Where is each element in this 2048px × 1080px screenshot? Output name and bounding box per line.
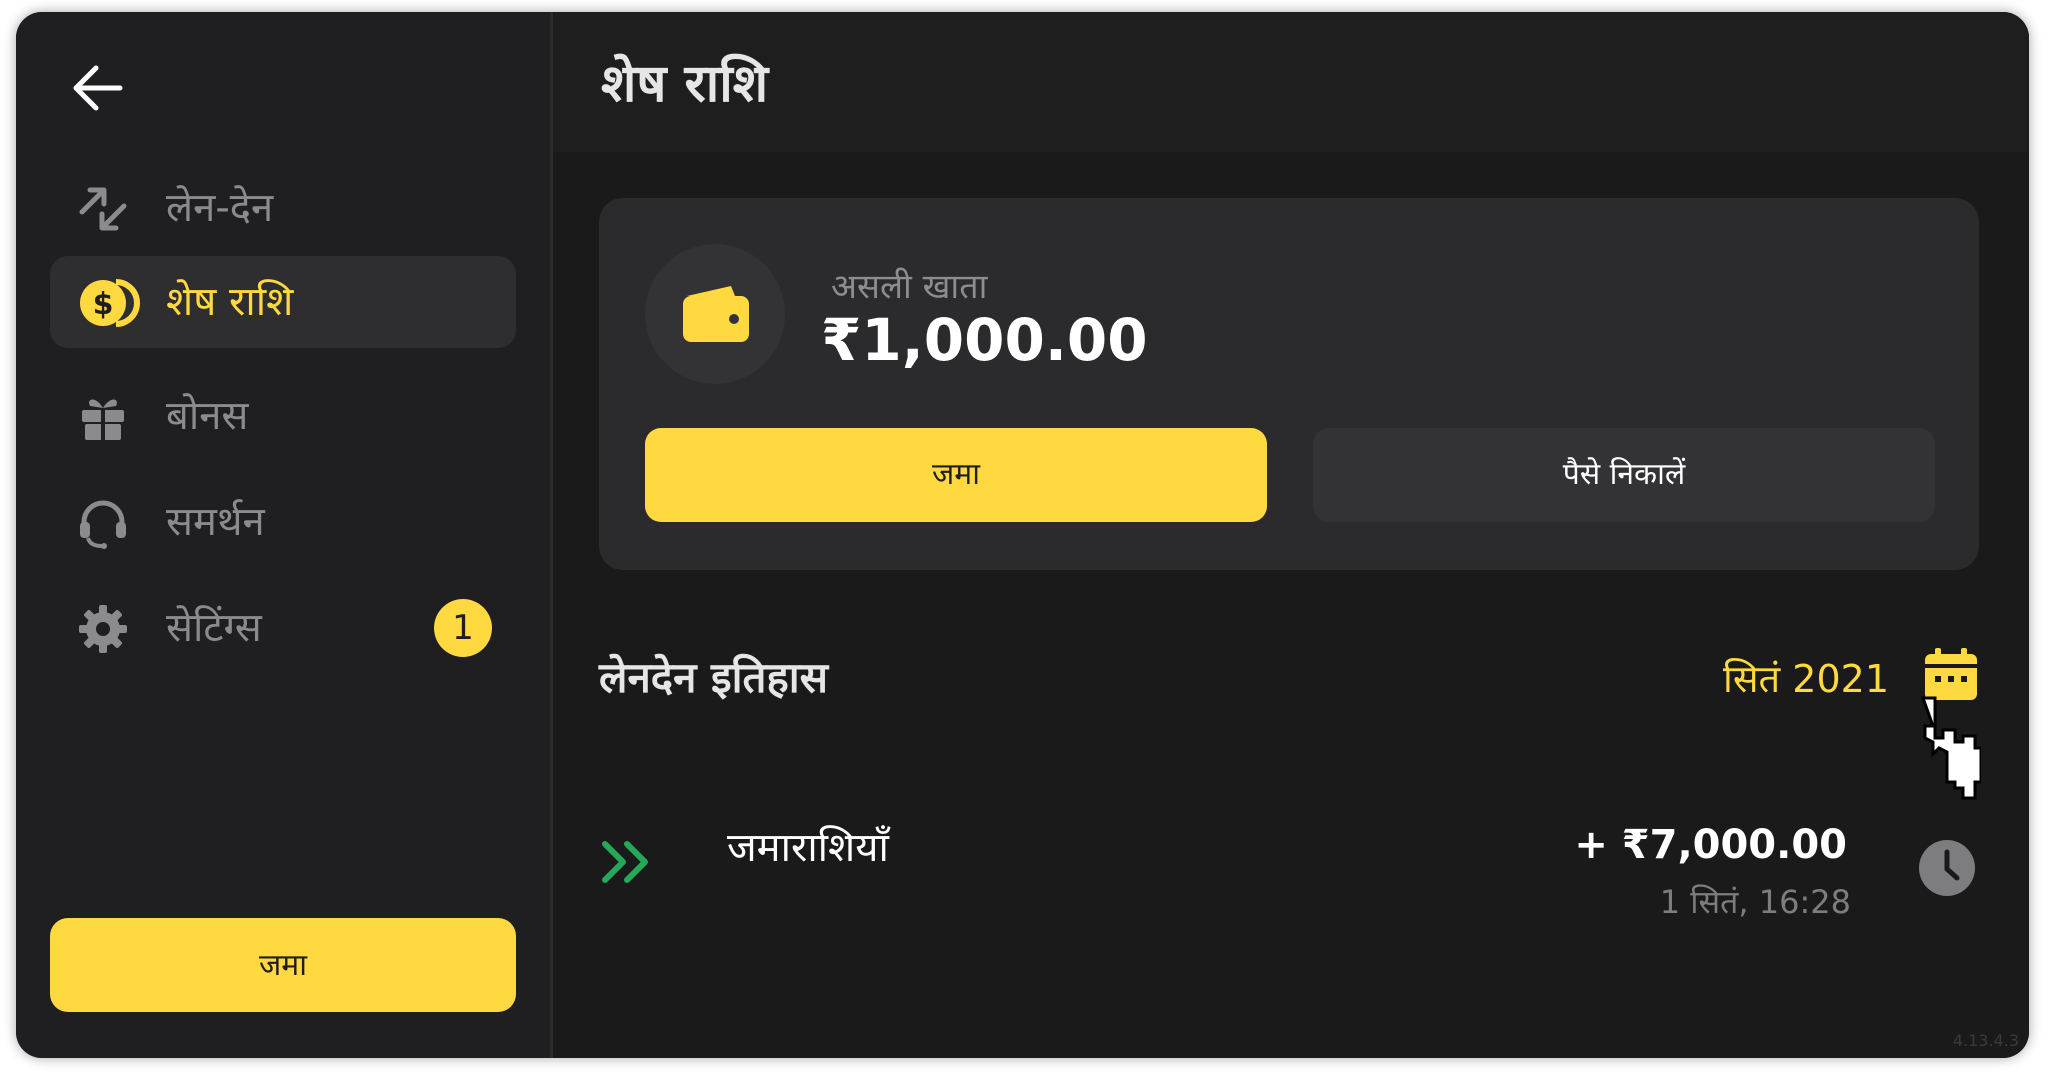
balance-card: असली खाता ₹1,000.00 जमा पैसे निकालें	[599, 198, 1979, 570]
sidebar-item-label: लेन-देन	[166, 185, 274, 231]
transactions-icon	[79, 187, 127, 231]
svg-text:$: $	[93, 287, 114, 322]
sidebar-item-label: बोनस	[166, 393, 249, 439]
withdraw-button[interactable]: पैसे निकालें	[1313, 428, 1935, 522]
month-filter[interactable]: सितं 2021	[1723, 652, 1889, 704]
page-header: शेष राशि	[553, 12, 2029, 152]
sidebar-item-transactions[interactable]: लेन-देन	[50, 162, 516, 254]
transaction-row[interactable]: जमाराशियाँ + ₹7,000.00 1 सितं, 16:28	[599, 792, 1979, 952]
balance-icon: $	[80, 279, 140, 327]
notification-badge: 1	[434, 599, 492, 657]
transaction-date: 1 सितं, 16:28	[1659, 883, 1851, 921]
headset-icon	[80, 500, 126, 549]
gear-icon	[79, 605, 127, 653]
app-window: लेन-देन $ शेष राशि बोनस समर्थन सेटिंग्स …	[16, 12, 2029, 1058]
transaction-type: जमाराशियाँ	[727, 825, 889, 871]
account-type-label: असली खाता	[831, 267, 988, 307]
clock-icon	[1919, 840, 1975, 896]
wallet-avatar	[645, 244, 785, 384]
sidebar-deposit-button[interactable]: जमा	[50, 918, 516, 1012]
arrow-left-icon	[73, 65, 123, 111]
transaction-history-title: लेनदेन इतिहास	[599, 653, 829, 702]
transaction-amount: + ₹7,000.00	[1574, 822, 1847, 868]
double-chevron-right-icon	[602, 841, 648, 883]
back-button[interactable]	[66, 56, 130, 120]
version-label: 4.13.4.3	[1952, 1031, 2019, 1050]
sidebar-item-balance[interactable]: $ शेष राशि	[50, 256, 516, 348]
account-balance: ₹1,000.00	[821, 306, 1148, 374]
sidebar-item-label: समर्थन	[166, 499, 265, 545]
sidebar-item-settings[interactable]: सेटिंग्स 1	[50, 582, 516, 674]
sidebar-item-label: सेटिंग्स	[166, 605, 262, 651]
sidebar: लेन-देन $ शेष राशि बोनस समर्थन सेटिंग्स …	[16, 12, 553, 1058]
wallet-icon	[683, 286, 749, 342]
sidebar-item-support[interactable]: समर्थन	[50, 476, 516, 568]
sidebar-item-bonus[interactable]: बोनस	[50, 370, 516, 462]
page-title: शेष राशि	[601, 54, 769, 114]
hand-pointer-cursor-icon	[1920, 696, 1981, 800]
main-content: शेष राशि असली खाता ₹1,000.00 जमा पैसे नि…	[553, 12, 2029, 1058]
gift-icon	[82, 399, 124, 440]
deposit-button[interactable]: जमा	[645, 428, 1267, 522]
sidebar-item-label: शेष राशि	[166, 279, 294, 325]
